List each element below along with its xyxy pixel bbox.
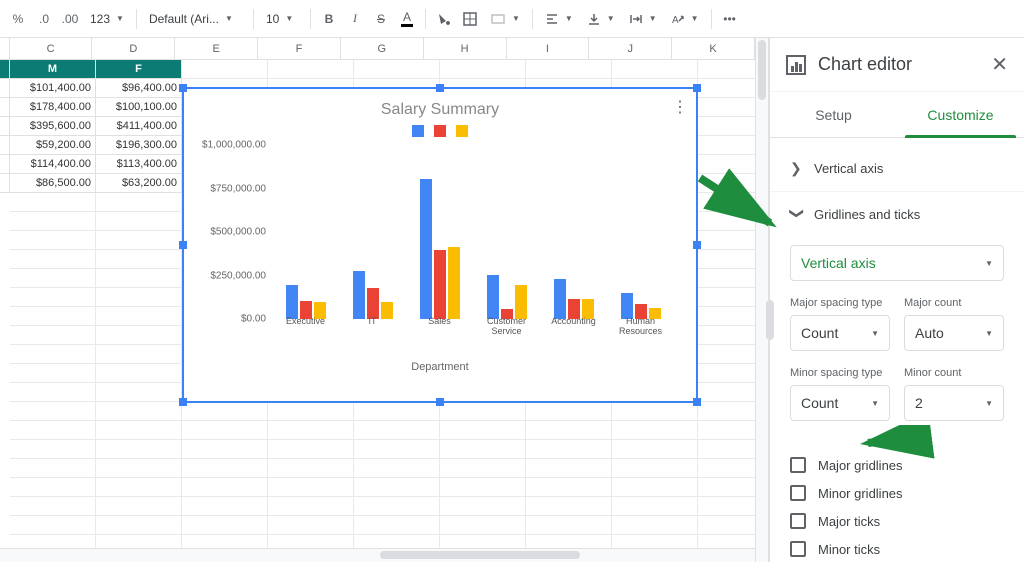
legend-swatch: [456, 125, 468, 137]
bar: [448, 247, 460, 319]
borders-button[interactable]: [458, 7, 482, 31]
bar: [554, 279, 566, 319]
column-header[interactable]: K: [672, 38, 755, 59]
close-button[interactable]: ✕: [991, 52, 1008, 77]
text-rotation-dropdown[interactable]: A▼: [665, 7, 705, 31]
checkbox-minor-gridlines[interactable]: Minor gridlines: [790, 479, 1004, 507]
decrease-decimal-button[interactable]: .0: [32, 7, 56, 31]
major-spacing-label: Major spacing type: [790, 297, 890, 309]
legend-swatch: [434, 125, 446, 137]
percent-format-button[interactable]: %: [6, 7, 30, 31]
section-vertical-axis[interactable]: ❯ Vertical axis: [770, 146, 1024, 191]
font-size-dropdown[interactable]: 10▼: [260, 7, 304, 31]
axis-selector-dropdown[interactable]: Vertical axis▼: [790, 245, 1004, 281]
bar: [621, 293, 633, 319]
bar-group: [613, 293, 668, 319]
sidebar-resize-handle[interactable]: [766, 300, 774, 340]
number-format-dropdown[interactable]: 123▼: [84, 7, 130, 31]
italic-button[interactable]: I: [343, 7, 367, 31]
column-header[interactable]: I: [507, 38, 590, 59]
increase-decimal-button[interactable]: .00: [58, 7, 82, 31]
x-axis-category: Accounting: [546, 317, 601, 337]
legend-swatch: [412, 125, 424, 137]
bar: [434, 250, 446, 319]
horizontal-align-dropdown[interactable]: ▼: [539, 7, 579, 31]
bar: [420, 179, 432, 319]
tab-setup[interactable]: Setup: [770, 92, 897, 137]
bar-group: [345, 271, 400, 319]
y-axis-tick: $250,000.00: [210, 270, 272, 281]
chart-legend: [202, 125, 678, 137]
column-header[interactable]: C: [10, 38, 93, 59]
section-gridlines-ticks[interactable]: ❯ Gridlines and ticks: [770, 192, 1024, 237]
minor-spacing-label: Minor spacing type: [790, 367, 890, 379]
embedded-chart[interactable]: ⋮ Salary Summary $0.00$250,000.00$500,00…: [182, 87, 698, 403]
tab-customize[interactable]: Customize: [897, 92, 1024, 137]
y-axis-tick: $500,000.00: [210, 227, 272, 238]
minor-spacing-dropdown[interactable]: Count▼: [790, 385, 890, 421]
svg-text:A: A: [672, 15, 679, 26]
column-header[interactable]: F: [258, 38, 341, 59]
spreadsheet-grid[interactable]: CDEFGHIJK MF$101,400.00$96,400.00$178,40…: [0, 38, 755, 562]
text-color-button[interactable]: A: [395, 7, 419, 31]
major-spacing-dropdown[interactable]: Count▼: [790, 315, 890, 351]
fill-color-button[interactable]: [432, 7, 456, 31]
x-axis-category: IT: [345, 317, 400, 337]
column-header[interactable]: E: [175, 38, 258, 59]
bar: [286, 285, 298, 319]
bar: [353, 271, 365, 319]
column-header[interactable]: H: [424, 38, 507, 59]
x-axis-category: Sales: [412, 317, 467, 337]
more-toolbar-button[interactable]: •••: [718, 7, 742, 31]
bar-group: [278, 285, 333, 319]
sidebar-title: Chart editor: [818, 54, 979, 75]
checkbox-minor-ticks[interactable]: Minor ticks: [790, 535, 1004, 562]
y-axis-tick: $1,000,000.00: [202, 140, 272, 151]
y-axis-tick: $750,000.00: [210, 183, 272, 194]
horizontal-scrollbar[interactable]: [0, 548, 755, 562]
major-count-label: Major count: [904, 297, 1004, 309]
column-header[interactable]: G: [341, 38, 424, 59]
chart-icon: [786, 55, 806, 75]
minor-count-label: Minor count: [904, 367, 1004, 379]
chevron-down-icon: ❯: [789, 208, 806, 222]
x-axis-category: Human Resources: [613, 317, 668, 337]
chart-title: Salary Summary: [202, 101, 678, 119]
bar-group: [412, 179, 467, 319]
strikethrough-button[interactable]: S: [369, 7, 393, 31]
toolbar: % .0 .00 123▼ Default (Ari...▼ 10▼ B I S…: [0, 0, 1024, 38]
bar: [487, 275, 499, 319]
bold-button[interactable]: B: [317, 7, 341, 31]
bar: [515, 285, 527, 319]
checkbox-major-ticks[interactable]: Major ticks: [790, 507, 1004, 535]
column-header[interactable]: J: [589, 38, 672, 59]
x-axis-category: Executive: [278, 317, 333, 337]
font-family-dropdown[interactable]: Default (Ari...▼: [143, 7, 247, 31]
chevron-right-icon: ❯: [790, 160, 804, 177]
major-count-dropdown[interactable]: Auto▼: [904, 315, 1004, 351]
chart-x-axis-label: Department: [202, 361, 678, 373]
minor-count-dropdown[interactable]: 2▼: [904, 385, 1004, 421]
text-wrap-dropdown[interactable]: ▼: [623, 7, 663, 31]
column-header[interactable]: D: [92, 38, 175, 59]
merge-cells-dropdown[interactable]: ▼: [484, 7, 526, 31]
y-axis-tick: $0.00: [241, 314, 272, 325]
vertical-align-dropdown[interactable]: ▼: [581, 7, 621, 31]
bar-group: [546, 279, 601, 319]
x-axis-category: Customer Service: [479, 317, 534, 337]
bar: [367, 288, 379, 319]
bar-group: [479, 275, 534, 319]
checkbox-major-gridlines[interactable]: Major gridlines: [790, 451, 1004, 479]
chart-editor-sidebar: Chart editor ✕ Setup Customize ❯ Vertica…: [769, 38, 1024, 562]
